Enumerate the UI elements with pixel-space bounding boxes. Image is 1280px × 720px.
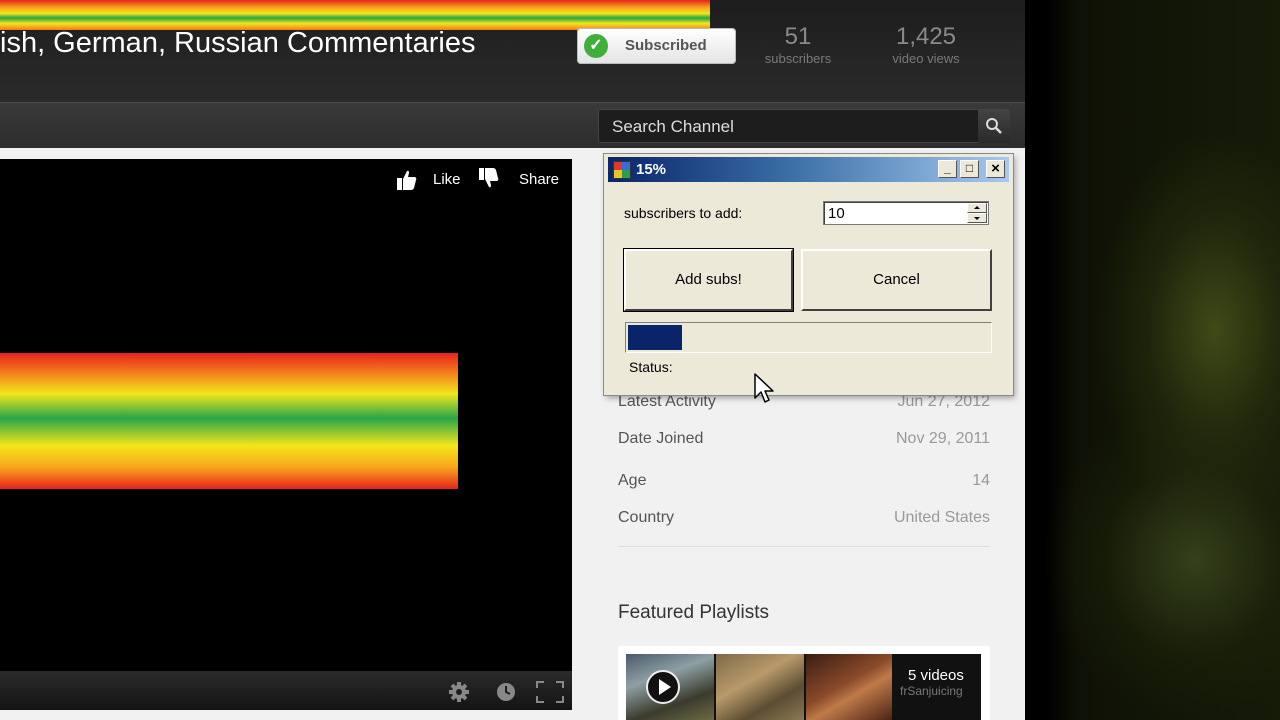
decorative-background (1025, 0, 1280, 720)
channel-banner (0, 0, 710, 30)
play-icon[interactable] (646, 670, 680, 704)
dialog-titlebar[interactable]: 15% _ □ × (608, 157, 1009, 182)
subscriber-count: 51 subscribers (752, 24, 844, 68)
search-channel-input[interactable]: Search Channel (598, 109, 980, 143)
subscribed-button[interactable]: ✓ Subscribed (577, 28, 736, 64)
info-value: United States (893, 509, 990, 526)
subscribed-label: Subscribed (625, 37, 707, 54)
playlist-video-count: 5 videos (908, 667, 964, 684)
channel-nav-bar: Search Channel (0, 102, 1025, 149)
clock-icon[interactable] (495, 681, 517, 703)
progress-bar (625, 322, 992, 353)
playlist-author: frSanjuicing (900, 684, 963, 698)
info-value: 14 (972, 472, 990, 489)
info-key: Date Joined (618, 430, 704, 447)
check-icon: ✓ (584, 34, 608, 58)
stat-label: video views (892, 51, 960, 66)
share-button[interactable]: Share (519, 171, 559, 188)
thumbs-down-icon (479, 168, 499, 188)
add-subscribers-dialog: 15% _ □ × subscribers to add: 10 Add sub… (604, 154, 1013, 395)
info-key: Latest Activity (618, 393, 716, 410)
video-player[interactable]: Like Share (0, 159, 572, 710)
maximize-button[interactable]: □ (960, 160, 979, 178)
playlist-thumbnail (716, 654, 804, 720)
thumbs-up-icon (397, 170, 417, 190)
stat-value: 1,425 (895, 23, 957, 50)
like-label: Like (433, 171, 461, 188)
dislike-button[interactable] (478, 167, 504, 193)
playlist-thumbnail (806, 654, 892, 720)
spin-down-button[interactable] (967, 213, 987, 223)
info-value: Jun 27, 2012 (897, 393, 990, 410)
spin-up-button[interactable] (967, 203, 987, 213)
video-frame (0, 353, 458, 489)
channel-header: ish, German, Russian Commentaries ✓ Subs… (0, 0, 1025, 102)
search-button[interactable] (978, 109, 1010, 143)
app-icon (613, 161, 631, 179)
stat-label: subscribers (764, 51, 832, 66)
mouse-cursor-icon (754, 373, 774, 403)
stat-value: 51 (784, 23, 812, 50)
subscribers-to-add-label: subscribers to add: (624, 205, 743, 221)
fullscreen-icon[interactable] (536, 681, 564, 703)
featured-playlists-title: Featured Playlists (618, 602, 770, 623)
search-placeholder: Search Channel (612, 117, 734, 136)
dialog-title: 15% (636, 161, 667, 178)
video-views-count: 1,425 video views (880, 24, 972, 68)
minimize-button[interactable]: _ (938, 160, 957, 178)
cancel-button[interactable]: Cancel (801, 249, 992, 311)
info-key: Country (618, 509, 675, 526)
subscribers-to-add-value: 10 (828, 205, 845, 222)
channel-title: ish, German, Russian Commentaries (0, 27, 476, 59)
add-subs-button[interactable]: Add subs! (624, 249, 793, 311)
gear-icon[interactable] (448, 681, 470, 703)
close-button[interactable]: × (986, 160, 1005, 178)
playlist-card[interactable]: 5 videos frSanjuicing (618, 646, 990, 720)
player-controls (0, 671, 572, 710)
progress-fill (628, 325, 682, 350)
info-key: Age (618, 472, 647, 489)
info-value: Nov 29, 2011 (896, 430, 990, 447)
playlist-thumbnails[interactable]: 5 videos frSanjuicing (626, 654, 981, 720)
subscribers-to-add-stepper[interactable]: 10 (823, 201, 989, 225)
status-label: Status: (629, 359, 673, 375)
search-icon (986, 118, 1002, 134)
divider (618, 546, 990, 547)
